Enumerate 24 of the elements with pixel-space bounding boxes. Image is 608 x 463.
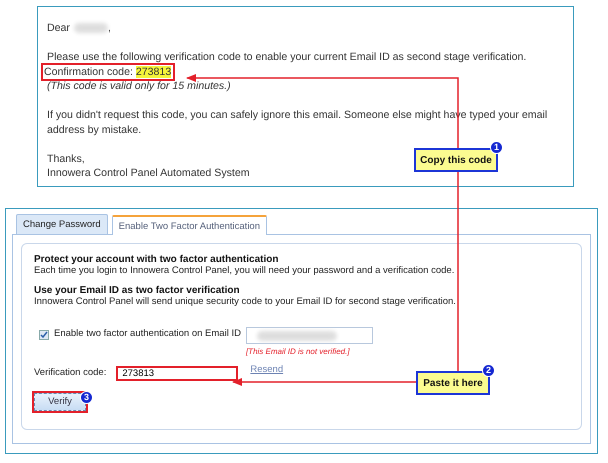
greeting-comma: ,	[108, 22, 111, 34]
field-label: Verification code:	[34, 366, 106, 380]
confirmation-line: Confirmation code: 273813	[43, 64, 174, 79]
step-number-badge: 1	[490, 141, 503, 154]
verification-code-field[interactable]: 273813	[116, 366, 238, 381]
redacted-mark	[74, 23, 108, 34]
signature-text: Innowera Control Panel Automated System	[47, 166, 250, 180]
tab[interactable]: Enable Two Factor Authentication	[112, 215, 267, 235]
step-number-badge: 3	[80, 391, 93, 404]
greeting-text: Dear	[47, 22, 70, 34]
validity-note: (This code is valid only for 15 minutes.)	[47, 79, 231, 94]
section-heading: Protect your account with two factor authentication	[34, 254, 280, 265]
step-number-badge: 2	[482, 364, 495, 377]
email-text: Please use the following verification code to enable your current Email ID as second stage verification.	[47, 50, 526, 64]
error-message: [This Email ID is not verified.]	[246, 346, 351, 358]
checkbox-label[interactable]: Enable two factor authentication on Email ID	[54, 327, 241, 342]
section-text: Innowera Control Panel will send unique security code to your Email ID for second stage verification.	[34, 296, 457, 307]
resend-link[interactable]: Resend	[250, 363, 284, 378]
closing-text: Thanks,	[47, 152, 85, 166]
section-heading: Use your Email ID as two factor verification	[34, 285, 241, 296]
tab[interactable]: Change Password	[16, 214, 108, 234]
section-text: Each time you login to Innowera Control Panel, you will need your password and a verification code.	[34, 265, 456, 276]
checkbox[interactable]	[39, 330, 49, 340]
email-field[interactable]	[246, 327, 373, 344]
